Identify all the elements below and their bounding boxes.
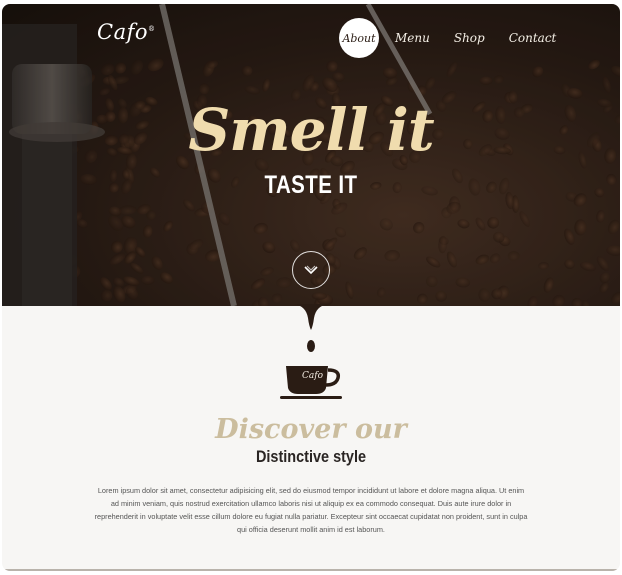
nav-item-about[interactable]: About bbox=[339, 18, 379, 58]
brand-mark: ® bbox=[148, 25, 156, 33]
scroll-down-button[interactable] bbox=[292, 251, 330, 289]
nav-item-menu[interactable]: Menu bbox=[395, 31, 430, 45]
discover-heading: Distinctive style bbox=[255, 447, 367, 466]
cup-brand-label: Cafo bbox=[302, 371, 324, 381]
nav-item-shop[interactable]: Shop bbox=[454, 31, 485, 45]
hero-subheadline: TASTE IT bbox=[264, 171, 358, 199]
nav-item-contact[interactable]: Contact bbox=[509, 31, 557, 45]
brand-logo-text: Cafo bbox=[97, 20, 149, 44]
coffee-cup-icon bbox=[280, 366, 342, 399]
coffee-drip-icon bbox=[294, 304, 328, 352]
section-divider bbox=[2, 569, 620, 571]
main-nav: About Menu Shop Contact bbox=[339, 18, 580, 58]
hero-headline: Smell it bbox=[188, 96, 434, 164]
discover-script-heading: Discover our bbox=[215, 414, 407, 445]
brand-logo[interactable]: Cafo® bbox=[97, 20, 156, 44]
intro-paragraph: Lorem ipsum dolor sit amet, consectetur … bbox=[94, 486, 528, 534]
chevron-down-icon bbox=[304, 265, 318, 275]
hero-section: Cafo® About Menu Shop Contact Smell it T… bbox=[2, 4, 620, 306]
page-frame: Cafo® About Menu Shop Contact Smell it T… bbox=[2, 4, 620, 571]
